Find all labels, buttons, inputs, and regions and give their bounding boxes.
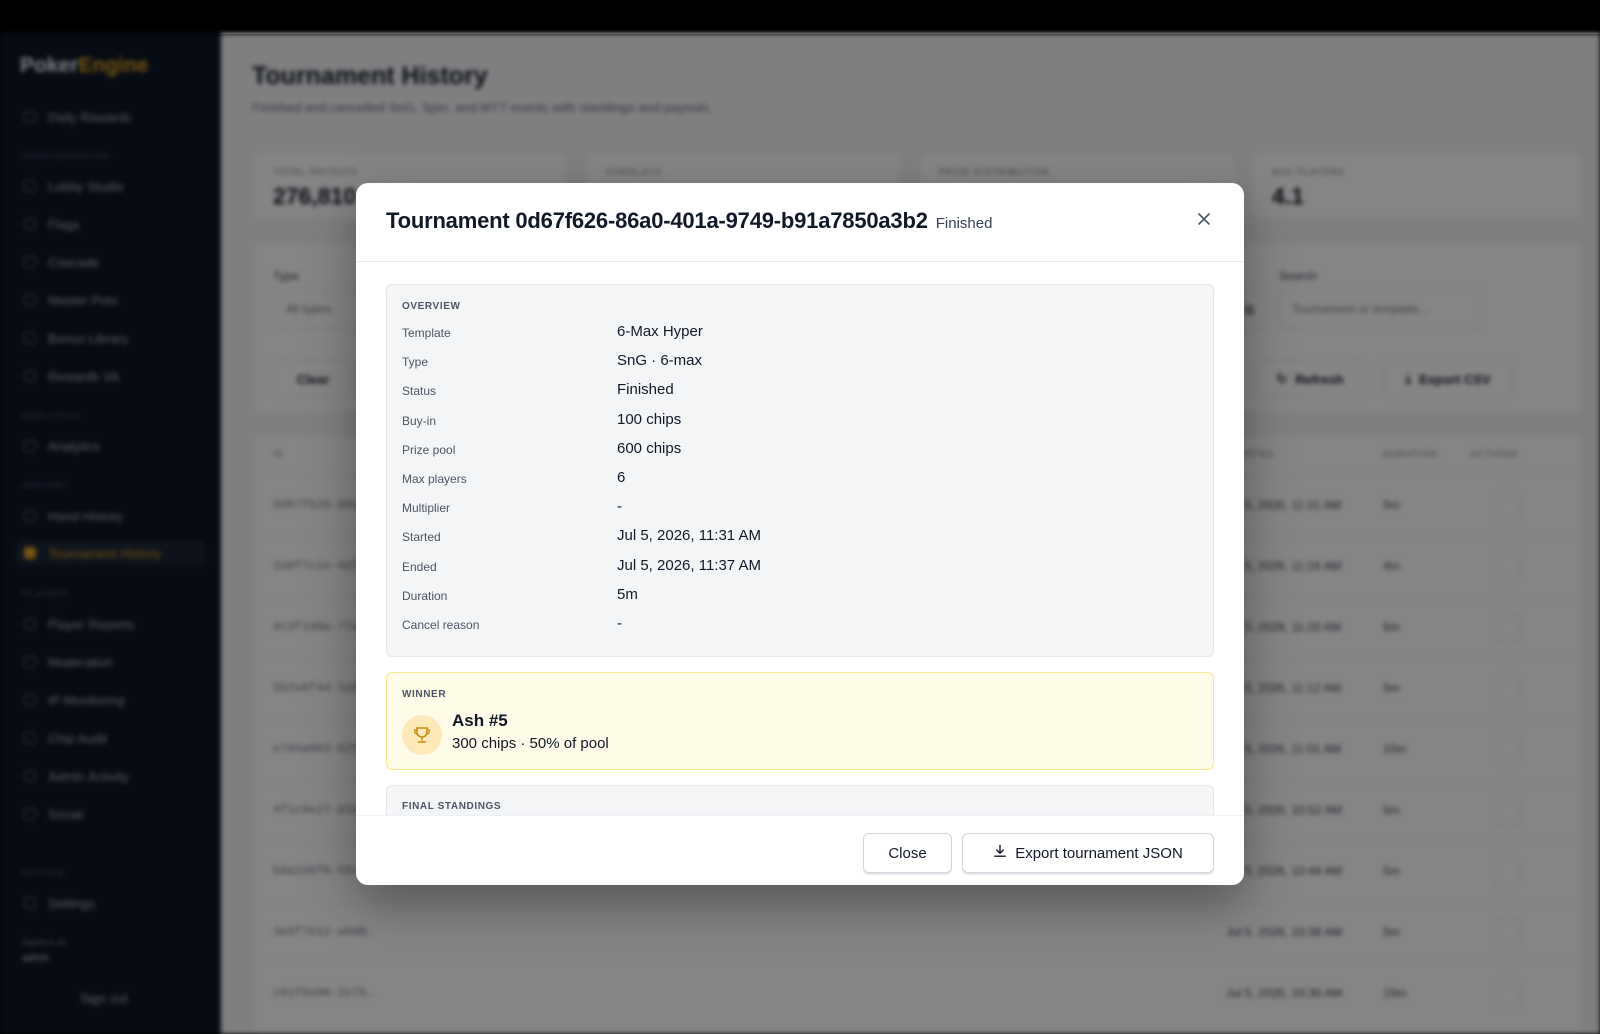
tournament-details-modal: Tournament 0d67f626-86a0-401a-9749-b91a7…	[356, 183, 1244, 885]
overview-value: Jul 5, 2026, 11:31 AM	[617, 527, 761, 545]
overview-row: Template 6-Max Hyper	[402, 318, 1192, 347]
overview-label: Type	[402, 355, 429, 370]
overview-row: Status Finished	[402, 376, 1192, 405]
download-icon	[993, 844, 1007, 862]
winner-name: Ash #5	[452, 711, 508, 730]
overview-row: Multiplier -	[402, 493, 1192, 522]
overview-value: 5m	[617, 585, 638, 603]
overview-value: 6-Max Hyper	[617, 323, 703, 340]
export-tournament-json-label: Export tournament JSON	[1015, 844, 1183, 862]
modal-body[interactable]: Overview Template 6-Max Hyper Type SnG · 6-…	[356, 262, 1244, 815]
overview-value: -	[617, 615, 622, 632]
overview-row: Type SnG · 6-max	[402, 347, 1192, 376]
overview-value: 100 chips	[617, 410, 682, 428]
overview-value: Jul 5, 2026, 11:37 AM	[617, 556, 761, 574]
overview-label: Ended	[402, 559, 437, 574]
winner-detail: 300 chips · 50% of pool	[452, 735, 609, 752]
top-black-bar	[0, 0, 1600, 34]
overview-value: 6	[617, 469, 626, 486]
winner-title: Winner	[402, 689, 447, 700]
export-tournament-json-button[interactable]: Export tournament JSON	[962, 833, 1214, 873]
overview-panel: Overview Template 6-Max Hyper Type SnG · 6-…	[386, 284, 1214, 657]
overview-row: Cancel reason -	[402, 610, 1192, 639]
overview-label: Template	[402, 326, 451, 340]
overview-label: Started	[402, 530, 441, 545]
overview-label: Multiplier	[402, 501, 451, 516]
modal-title: Tournament 0d67f626-86a0-401a-9749-b91a7…	[386, 208, 992, 234]
overview-title: Overview	[402, 301, 461, 312]
close-icon[interactable]	[1192, 207, 1216, 231]
overview-row: Duration 5m	[402, 581, 1192, 610]
overview-label: Duration	[402, 588, 448, 603]
overview-row: Prize pool 600 chips	[402, 435, 1192, 464]
winner-panel: Winner Ash #5 300 chips · 50% of pool	[386, 672, 1214, 770]
overview-row: Started Jul 5, 2026, 11:31 AM	[402, 522, 1192, 551]
overview-row: Ended Jul 5, 2026, 11:37 AM	[402, 552, 1192, 581]
overview-label: Status	[402, 384, 437, 399]
final-standings-title: Final standings	[402, 801, 502, 812]
overview-row: Max players 6	[402, 464, 1192, 493]
modal-header: Tournament 0d67f626-86a0-401a-9749-b91a7…	[356, 183, 1244, 262]
overview-value: Finished	[617, 381, 674, 399]
overview-row: Buy-in 100 chips	[402, 406, 1192, 435]
overview-value: -	[617, 498, 622, 516]
overview-label: Prize pool	[402, 442, 456, 457]
close-button[interactable]: Close	[863, 833, 952, 873]
overview-value: 600 chips	[617, 439, 682, 457]
overview-label: Max players	[402, 472, 467, 486]
overview-label: Buy-in	[402, 413, 437, 428]
modal-footer: Close Export tournament JSON	[356, 815, 1244, 885]
final-standings-panel: Final standings	[386, 785, 1214, 815]
tournament-status: Finished	[935, 215, 993, 232]
overview-value: SnG · 6-max	[617, 352, 703, 370]
overview-label: Cancel reason	[402, 618, 480, 632]
tournament-title: Tournament 0d67f626-86a0-401a-9749-b91a7…	[386, 208, 928, 233]
trophy-icon	[402, 715, 442, 755]
